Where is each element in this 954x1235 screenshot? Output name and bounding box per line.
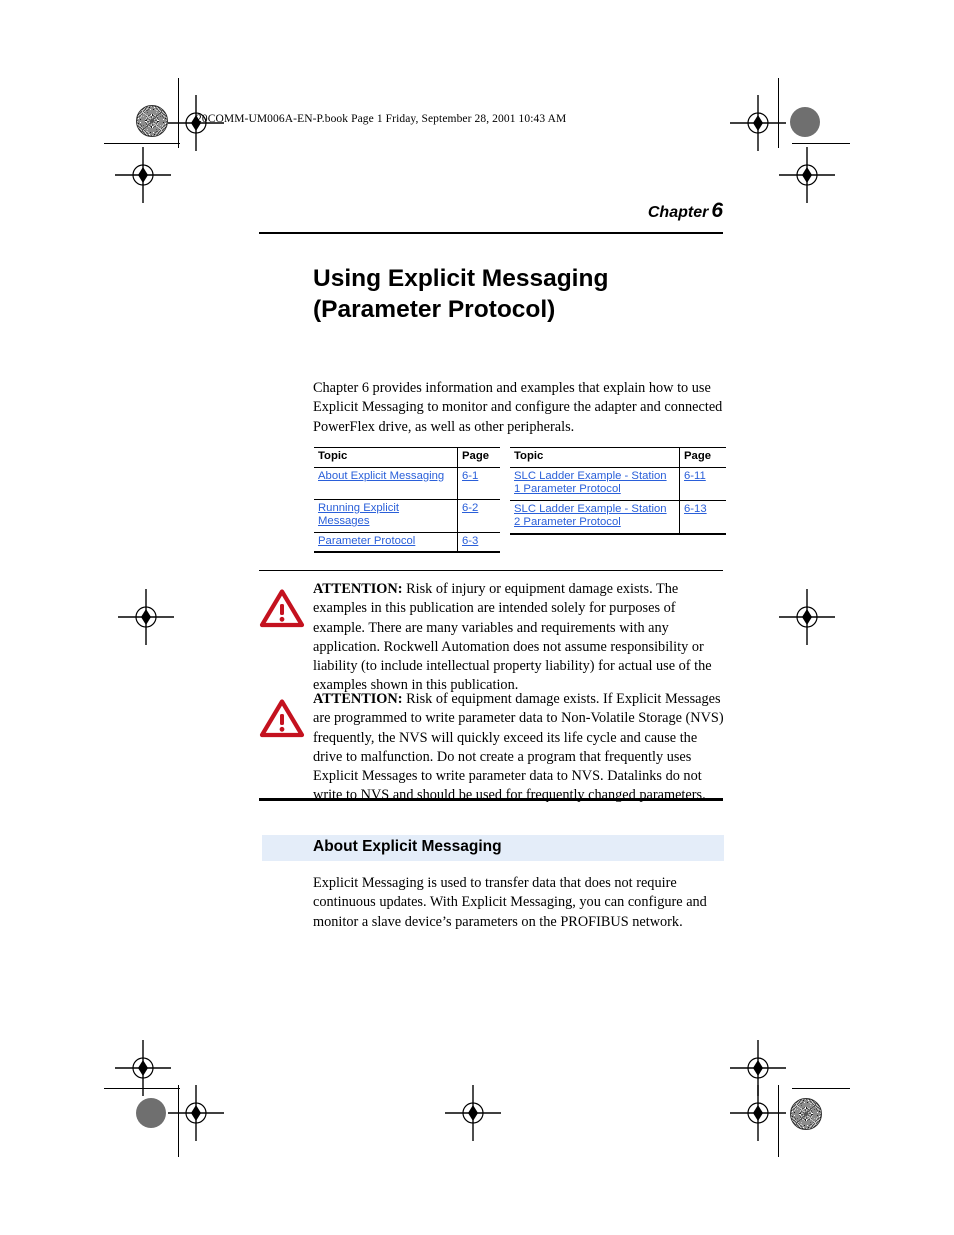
page-link-6-3[interactable]: 6-3 [462,535,478,547]
page-link-6-11[interactable]: 6-11 [684,470,706,482]
attention-label-2: ATTENTION: [313,691,403,707]
attention-top-rule [259,570,723,572]
topic-link-about-explicit-messaging[interactable]: About Explicit Messaging [318,470,444,482]
section-heading-about-explicit-messaging: About Explicit Messaging [313,838,502,855]
table-row: SLC Ladder Example - Station 2 Parameter… [510,499,726,535]
table-row: Parameter Protocol 6-3 [314,531,500,554]
page-title-line-2: (Parameter Protocol) [313,296,556,323]
topic-link-parameter-protocol[interactable]: Parameter Protocol [318,535,415,547]
chapter-number: 6 [711,199,723,222]
table-row: SLC Ladder Example - Station 1 Parameter… [510,466,726,501]
page-title-line-1: Using Explicit Messaging [313,265,609,292]
topic-table-left: Topic Page About Explicit Messaging 6-1 … [314,447,500,554]
column-header-topic: Topic [314,447,458,468]
attention-bottom-rule [259,798,723,801]
table-row: About Explicit Messaging 6-1 [314,466,500,500]
attention-text-2: ATTENTION: Risk of equipment damage exis… [311,690,725,806]
warning-triangle-icon [259,690,311,744]
section-body-paragraph: Explicit Messaging is used to transfer d… [313,875,707,930]
intro-paragraph: Chapter 6 provides information and examp… [313,380,723,435]
column-header-page: Page [679,447,726,468]
book-filename-header: 20COMM-UM006A-EN-P.book Page 1 Friday, S… [196,113,567,125]
page-title: Using Explicit Messaging (Parameter Prot… [313,263,743,325]
page-link-6-1[interactable]: 6-1 [462,470,478,482]
chapter-label-text: Chapter [647,204,709,221]
column-header-page: Page [457,447,500,468]
warning-triangle-glyph [259,589,305,628]
page-link-6-13[interactable]: 6-13 [684,503,707,515]
attention-body-1: Risk of injury or equipment damage exist… [313,581,712,694]
attention-label-1: ATTENTION: [313,581,403,597]
table-header-row: Topic Page [510,447,726,468]
attention-block-1: ATTENTION: Risk of injury or equipment d… [259,580,725,696]
topic-link-slc-ladder-example-station-1[interactable]: SLC Ladder Example - Station 1 Parameter… [514,470,667,496]
document-page: 20COMM-UM006A-EN-P.book Page 1 Friday, S… [0,0,954,1235]
topic-link-slc-ladder-example-station-2[interactable]: SLC Ladder Example - Station 2 Parameter… [514,503,667,529]
warning-triangle-icon [259,580,311,634]
attention-body-2: Risk of equipment damage exists. If Expl… [313,691,724,804]
page-link-6-2[interactable]: 6-2 [462,502,478,514]
table-row: Running Explicit Messages 6-2 [314,498,500,533]
chapter-label: Chapter 6 [648,199,723,223]
chapter-divider-rule [259,232,723,235]
warning-triangle-glyph [259,699,305,738]
attention-text-1: ATTENTION: Risk of injury or equipment d… [311,580,725,696]
topic-link-running-explicit-messages[interactable]: Running Explicit Messages [318,502,399,528]
table-header-row: Topic Page [314,447,500,468]
column-header-topic: Topic [510,447,680,468]
attention-block-2: ATTENTION: Risk of equipment damage exis… [259,690,725,806]
topic-table-right: Topic Page SLC Ladder Example - Station … [510,447,726,535]
